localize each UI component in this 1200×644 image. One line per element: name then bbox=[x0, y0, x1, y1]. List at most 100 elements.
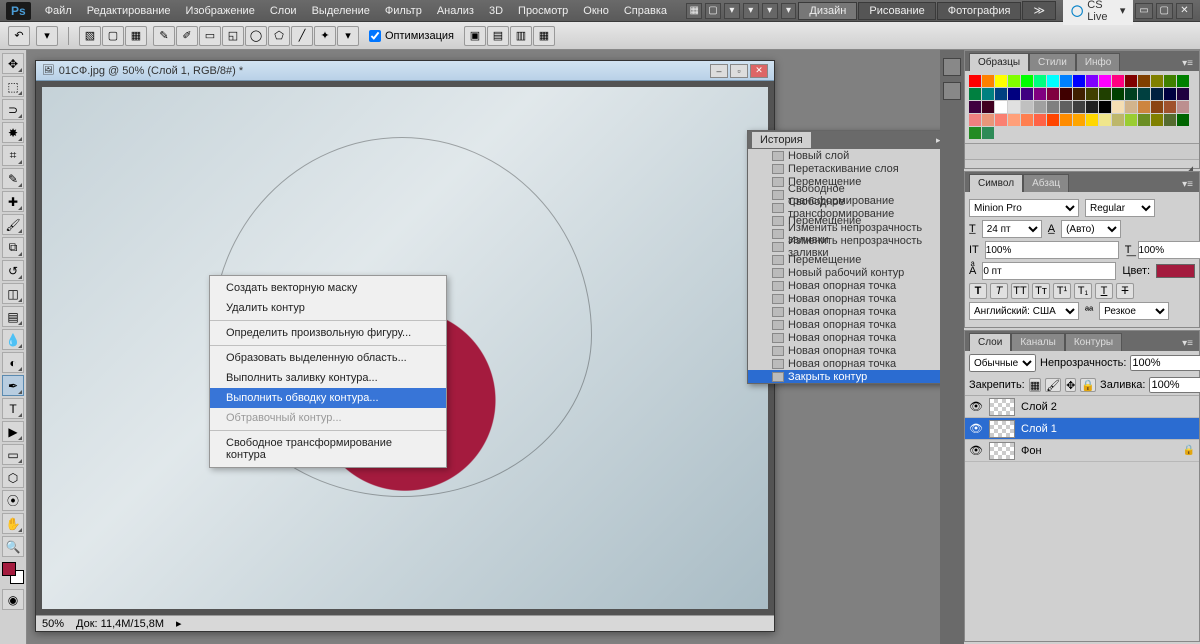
swatch[interactable] bbox=[1021, 101, 1033, 113]
character-menu-icon[interactable]: ▾≡ bbox=[1176, 177, 1199, 192]
blend-mode-select[interactable]: Обычные bbox=[969, 354, 1036, 372]
swatch[interactable] bbox=[1177, 75, 1189, 87]
cslive-button[interactable]: CS Live ▾ bbox=[1063, 0, 1133, 25]
workspace-tab-design[interactable]: Дизайн bbox=[798, 2, 857, 20]
swatch[interactable] bbox=[1177, 88, 1189, 100]
ctx-free-transform-path[interactable]: Свободное трансформирование контура bbox=[210, 433, 446, 465]
swatch[interactable] bbox=[982, 127, 994, 139]
zoom-tool[interactable]: 🔍 bbox=[2, 536, 24, 557]
swatch[interactable] bbox=[1034, 75, 1046, 87]
tab-layers[interactable]: Слои bbox=[969, 333, 1011, 351]
swatch[interactable] bbox=[1008, 114, 1020, 126]
tab-info[interactable]: Инфо bbox=[1076, 53, 1121, 71]
optimize-checkbox[interactable]: Оптимизация bbox=[365, 30, 458, 42]
bold-icon[interactable]: T bbox=[969, 283, 987, 299]
swatch[interactable] bbox=[995, 114, 1007, 126]
swatch[interactable] bbox=[1138, 101, 1150, 113]
tab-paragraph[interactable]: Абзац bbox=[1023, 174, 1069, 192]
swatch[interactable] bbox=[1086, 101, 1098, 113]
history-item[interactable]: Новая опорная точка bbox=[748, 318, 940, 331]
visibility-icon[interactable]: 👁 bbox=[969, 422, 983, 435]
rounded-rect-icon[interactable]: ◱ bbox=[222, 26, 244, 46]
history-tab[interactable]: История bbox=[752, 132, 811, 148]
menu-select[interactable]: Выделение bbox=[305, 2, 377, 20]
pen-tool[interactable]: ✒ bbox=[2, 375, 24, 396]
font-style-select[interactable]: Regular bbox=[1085, 199, 1155, 217]
history-item[interactable]: Новая опорная точка bbox=[748, 344, 940, 357]
pathop-intersect-icon[interactable]: ▥ bbox=[510, 26, 532, 46]
shape-tool[interactable]: ▭ bbox=[2, 444, 24, 465]
fg-color-swatch[interactable] bbox=[2, 562, 16, 576]
history-item[interactable]: Новая опорная точка bbox=[748, 357, 940, 370]
history-item[interactable]: Новая опорная точка bbox=[748, 305, 940, 318]
baseline-input[interactable] bbox=[982, 262, 1116, 280]
swatch[interactable] bbox=[1073, 101, 1085, 113]
convert-point-tool-icon[interactable]: ↶ bbox=[8, 26, 30, 46]
menu-layers[interactable]: Слои bbox=[263, 2, 304, 20]
lock-transparent-icon[interactable]: ▦ bbox=[1029, 378, 1041, 392]
swatch[interactable] bbox=[969, 101, 981, 113]
freeform-pen-icon[interactable]: ✐ bbox=[176, 26, 198, 46]
screen-mode-icon[interactable]: ▾ bbox=[781, 3, 797, 19]
quick-mask-tool[interactable]: ◉ bbox=[2, 589, 24, 610]
workspace-tab-painting[interactable]: Рисование bbox=[858, 2, 935, 20]
swatch[interactable] bbox=[1060, 114, 1072, 126]
italic-icon[interactable]: T bbox=[990, 283, 1008, 299]
history-item[interactable]: Новый слой bbox=[748, 149, 940, 162]
vscale-input[interactable] bbox=[985, 241, 1119, 259]
layer-thumb[interactable] bbox=[989, 420, 1015, 438]
swatch[interactable] bbox=[1177, 101, 1189, 113]
swatches-menu-icon[interactable]: ▾≡ bbox=[1176, 56, 1199, 71]
zoom-level-icon[interactable]: ▾ bbox=[743, 3, 759, 19]
swatch[interactable] bbox=[1112, 88, 1124, 100]
menu-help[interactable]: Справка bbox=[617, 2, 674, 20]
swatch[interactable] bbox=[1099, 75, 1111, 87]
arrange-icon[interactable]: ▾ bbox=[762, 3, 778, 19]
swatch[interactable] bbox=[1021, 75, 1033, 87]
workspace-tab-photo[interactable]: Фотография bbox=[937, 2, 1022, 20]
quick-select-tool[interactable]: ✸ bbox=[2, 122, 24, 143]
status-arrow-icon[interactable]: ▸ bbox=[176, 617, 182, 630]
swatches-grid[interactable] bbox=[965, 71, 1199, 143]
swatch[interactable] bbox=[1099, 114, 1111, 126]
history-item[interactable]: Новая опорная точка bbox=[748, 292, 940, 305]
swatch[interactable] bbox=[1099, 88, 1111, 100]
history-item[interactable]: Закрыть контур bbox=[748, 370, 940, 383]
swatch[interactable] bbox=[995, 75, 1007, 87]
tab-styles[interactable]: Стили bbox=[1029, 53, 1076, 71]
layer-row[interactable]: 👁Слой 2 bbox=[965, 396, 1199, 418]
window-close-icon[interactable]: ✕ bbox=[1176, 3, 1193, 19]
window-min-icon[interactable]: ▭ bbox=[1135, 3, 1152, 19]
swatch[interactable] bbox=[982, 114, 994, 126]
tab-paths[interactable]: Контуры bbox=[1065, 333, 1122, 351]
language-select[interactable]: Английский: США bbox=[969, 302, 1079, 320]
ctx-make-selection[interactable]: Образовать выделенную область... bbox=[210, 348, 446, 368]
tab-channels[interactable]: Каналы bbox=[1011, 333, 1065, 351]
layers-menu-icon[interactable]: ▾≡ bbox=[1176, 336, 1199, 351]
shape-layers-icon[interactable]: ▧ bbox=[79, 26, 101, 46]
eraser-tool[interactable]: ◫ bbox=[2, 283, 24, 304]
optimize-input[interactable] bbox=[369, 30, 381, 42]
swatch[interactable] bbox=[1125, 88, 1137, 100]
opacity-input[interactable] bbox=[1130, 355, 1200, 371]
fill-pixels-icon[interactable]: ▦ bbox=[125, 26, 147, 46]
underline-icon[interactable]: T bbox=[1095, 283, 1113, 299]
layer-row[interactable]: 👁Слой 1 bbox=[965, 418, 1199, 440]
swatch[interactable] bbox=[1047, 88, 1059, 100]
layer-row[interactable]: 👁Фон🔒 bbox=[965, 440, 1199, 462]
swatch[interactable] bbox=[969, 75, 981, 87]
3d-tool[interactable]: ⬡ bbox=[2, 467, 24, 488]
rectangle-shape-icon[interactable]: ▭ bbox=[199, 26, 221, 46]
swatch[interactable] bbox=[1164, 75, 1176, 87]
swatch[interactable] bbox=[1138, 114, 1150, 126]
swatch[interactable] bbox=[1138, 88, 1150, 100]
swatch[interactable] bbox=[969, 88, 981, 100]
swatch[interactable] bbox=[1125, 101, 1137, 113]
swatch[interactable] bbox=[982, 88, 994, 100]
font-size-select[interactable]: 24 пт bbox=[982, 220, 1042, 238]
view-extras-icon[interactable]: ▾ bbox=[724, 3, 740, 19]
panel-collapse-icon[interactable]: ▸▸ ▾ bbox=[936, 135, 940, 146]
swatch[interactable] bbox=[1151, 101, 1163, 113]
history-item[interactable]: Новая опорная точка bbox=[748, 331, 940, 344]
ellipse-shape-icon[interactable]: ◯ bbox=[245, 26, 267, 46]
